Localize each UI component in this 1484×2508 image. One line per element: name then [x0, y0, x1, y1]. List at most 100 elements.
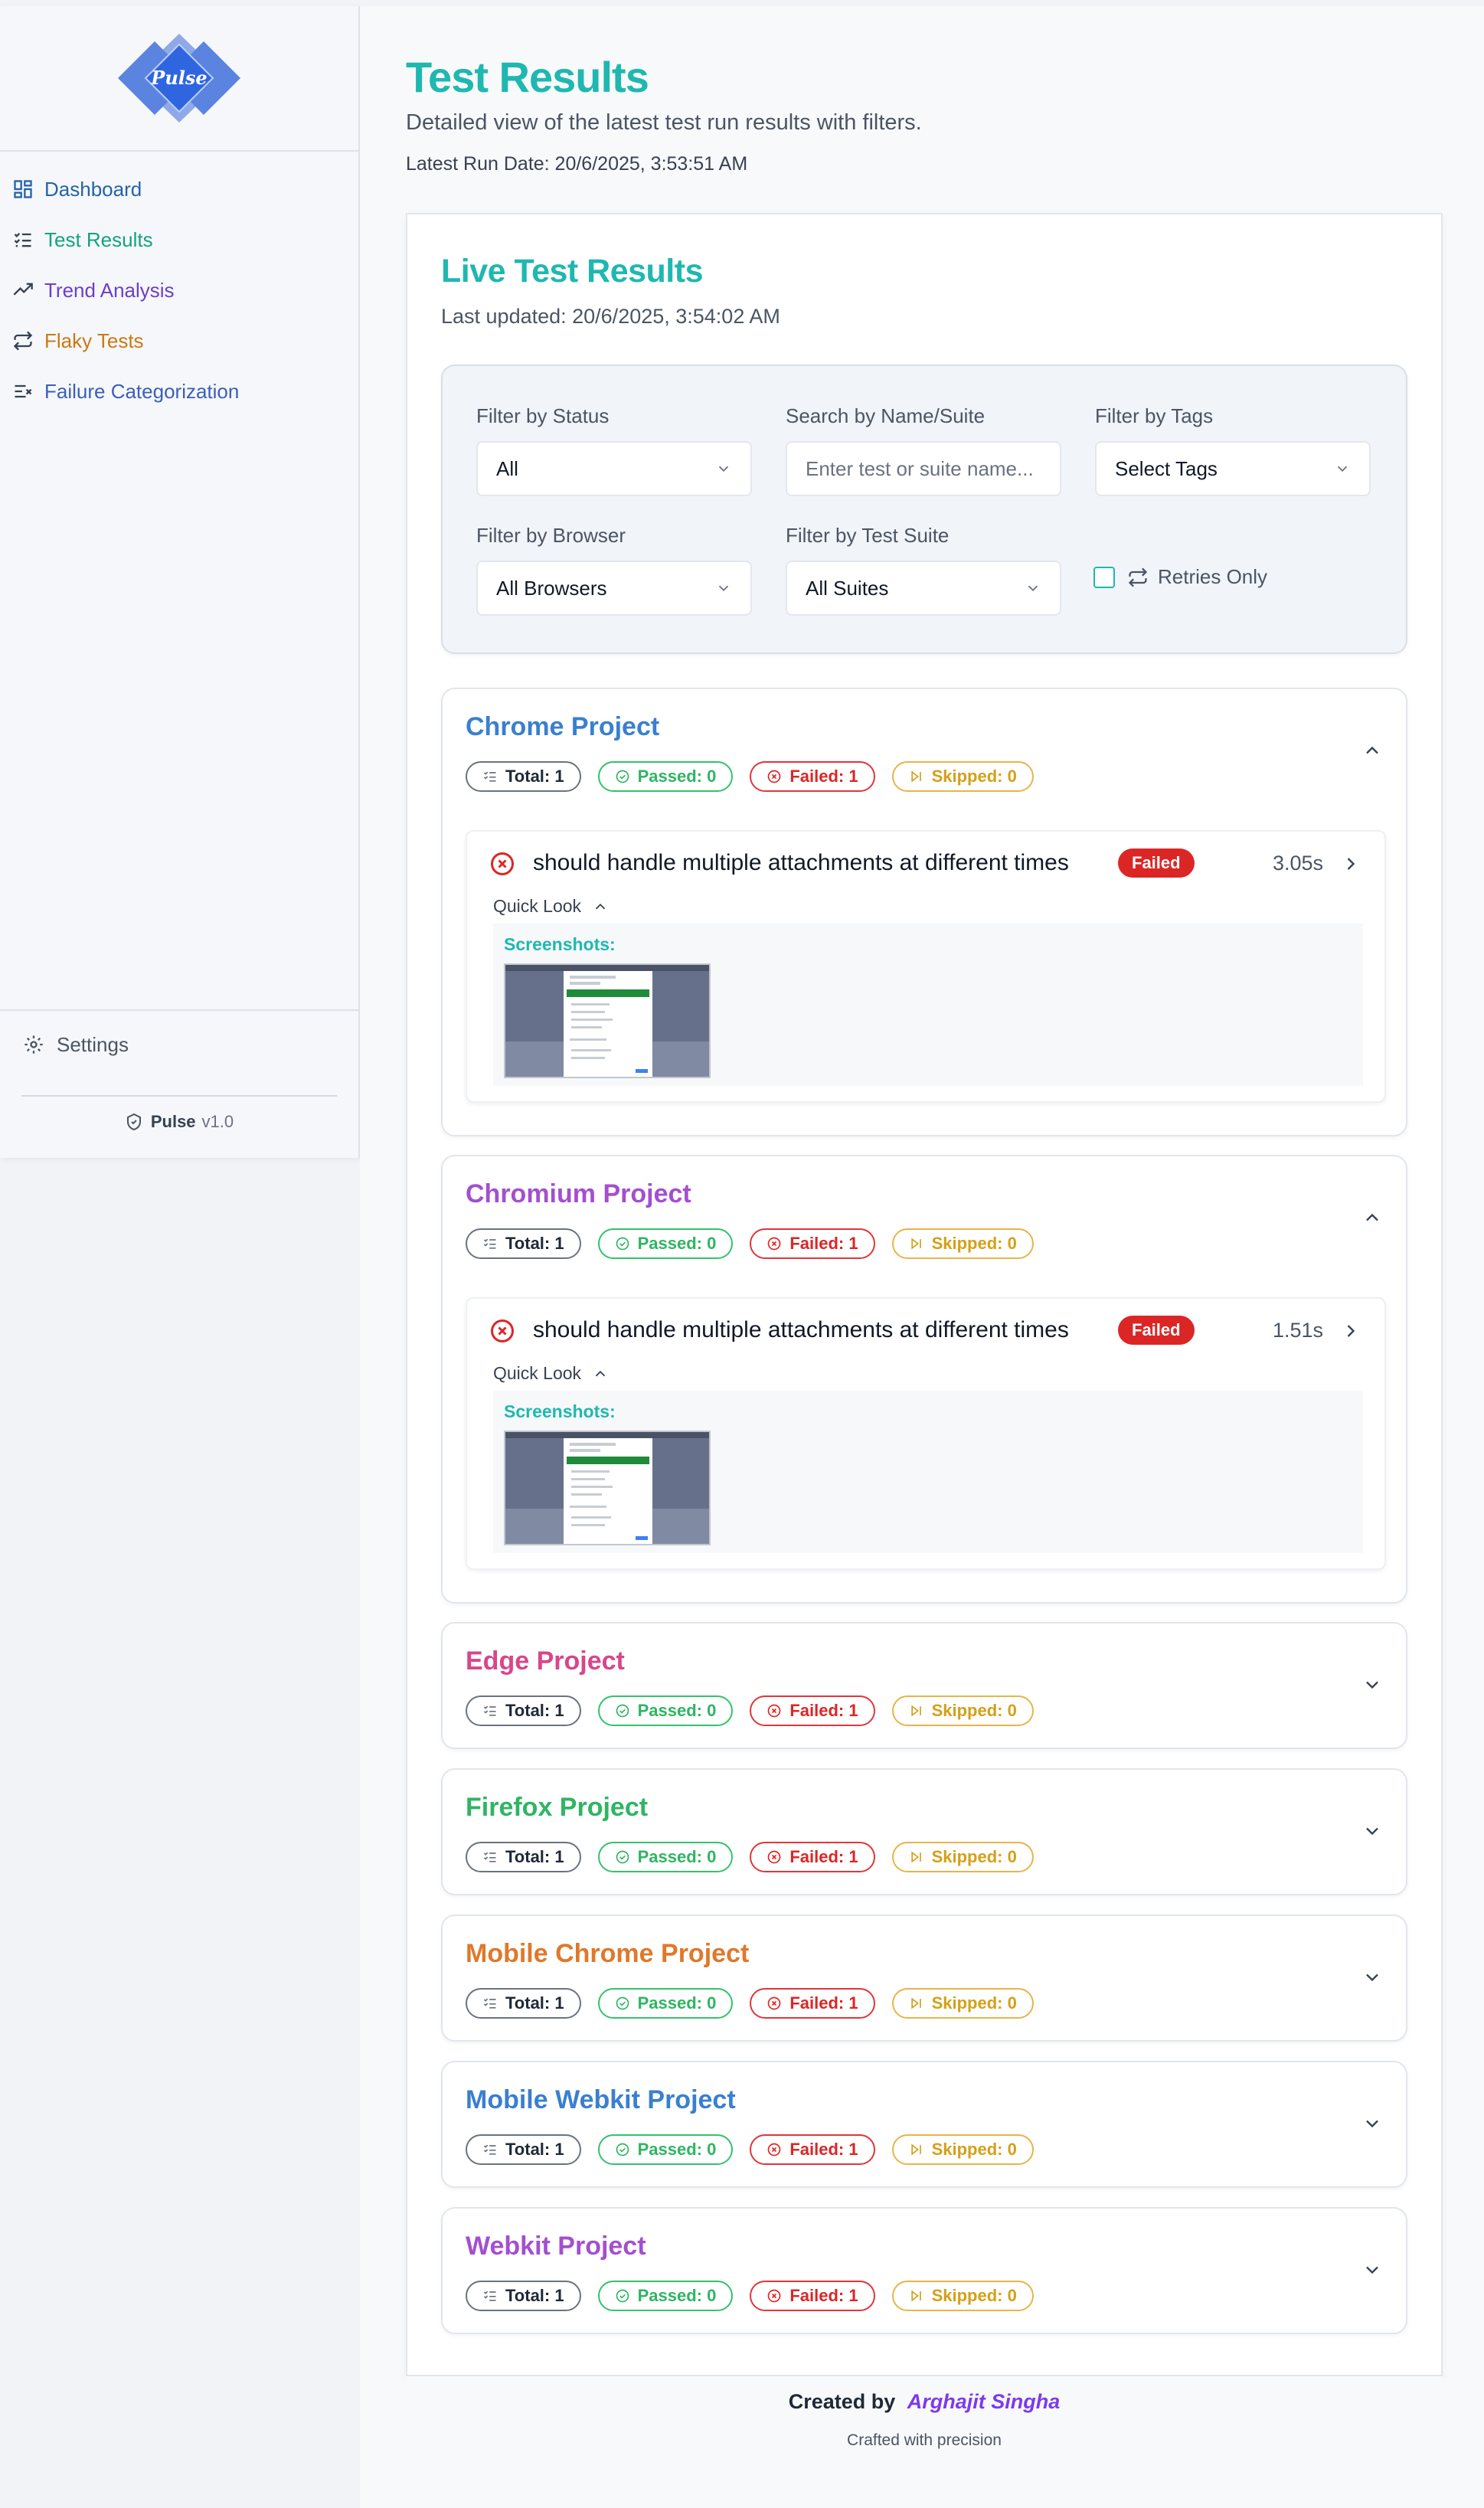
- tags-filter-label: Filter by Tags: [1095, 404, 1214, 427]
- sidebar-item-label: Dashboard: [44, 177, 142, 201]
- x-circle-icon: [767, 1849, 782, 1865]
- check-circle-icon: [615, 1703, 630, 1718]
- failed-count: Failed: 1: [789, 1701, 858, 1720]
- total-badge: Total: 1: [466, 1842, 581, 1872]
- sidebar-item-label: Flaky Tests: [44, 329, 144, 352]
- total-badge: Total: 1: [466, 1695, 581, 1726]
- settings-button[interactable]: Settings: [0, 1011, 358, 1078]
- chevron-down-icon: [715, 460, 732, 477]
- passed-badge: Passed: 0: [597, 761, 734, 792]
- skipped-count: Skipped: 0: [931, 1234, 1017, 1253]
- screenshot-thumbnail[interactable]: [504, 1431, 711, 1545]
- failed-count: Failed: 1: [789, 2140, 858, 2159]
- status-select-value: All: [496, 456, 518, 480]
- failed-badge: Failed: 1: [750, 1228, 875, 1259]
- settings-area: Settings: [0, 1009, 358, 1078]
- failed-count: Failed: 1: [789, 1993, 858, 2013]
- total-count: Total: 1: [505, 1234, 564, 1253]
- retries-only-toggle[interactable]: Retries Only: [1093, 565, 1267, 589]
- skipped-count: Skipped: 0: [931, 1701, 1017, 1720]
- passed-count: Passed: 0: [637, 767, 717, 786]
- retries-only-checkbox[interactable]: [1093, 566, 1115, 588]
- suite-select[interactable]: All Suites: [786, 561, 1061, 616]
- trending-up-icon: [12, 280, 34, 301]
- passed-count: Passed: 0: [637, 1701, 717, 1720]
- skip-forward-icon: [909, 2288, 924, 2304]
- chevron-down-icon[interactable]: [1361, 1674, 1383, 1695]
- main-content: Test Results Detailed view of the latest…: [360, 6, 1484, 2508]
- pulse-logo[interactable]: Pulse: [96, 31, 262, 126]
- project-title[interactable]: Edge Project: [466, 1646, 625, 1676]
- project-title[interactable]: Chrome Project: [466, 712, 659, 742]
- check-circle-icon: [615, 1236, 630, 1251]
- skip-forward-icon: [909, 1703, 924, 1718]
- skipped-badge: Skipped: 0: [891, 1695, 1034, 1726]
- chevron-right-icon[interactable]: [1340, 1320, 1361, 1342]
- search-input[interactable]: Enter test or suite name...: [786, 441, 1061, 496]
- sidebar-item-trend-analysis[interactable]: Trend Analysis: [0, 265, 358, 316]
- passed-count: Passed: 0: [637, 2140, 717, 2159]
- chevron-down-icon: [715, 580, 732, 597]
- logo-text: Pulse: [150, 67, 207, 89]
- passed-badge: Passed: 0: [597, 2281, 734, 2311]
- skipped-badge: Skipped: 0: [891, 2281, 1034, 2311]
- passed-badge: Passed: 0: [597, 1842, 734, 1872]
- test-row[interactable]: should handle multiple attachments at di…: [466, 830, 1386, 1103]
- total-count: Total: 1: [505, 2140, 564, 2159]
- status-badge: Failed: [1118, 1316, 1195, 1345]
- chevron-up-icon[interactable]: [1361, 740, 1383, 761]
- check-circle-icon: [615, 2142, 630, 2157]
- project-title[interactable]: Chromium Project: [466, 1179, 691, 1209]
- quick-look-toggle[interactable]: Quick Look: [493, 896, 609, 917]
- sidebar-item-flaky-tests[interactable]: Flaky Tests: [0, 316, 358, 366]
- chevron-down-icon[interactable]: [1361, 1820, 1383, 1842]
- x-circle-icon: [767, 1236, 782, 1251]
- x-circle-icon: [767, 1703, 782, 1718]
- check-circle-icon: [615, 1849, 630, 1865]
- list-checks-icon: [482, 1236, 498, 1251]
- x-circle-icon: [767, 2288, 782, 2304]
- check-circle-icon: [615, 1996, 630, 2011]
- chevron-down-icon[interactable]: [1361, 2113, 1383, 2134]
- passed-count: Passed: 0: [637, 2286, 717, 2305]
- skip-forward-icon: [909, 2142, 924, 2157]
- status-select[interactable]: All: [476, 441, 752, 496]
- sidebar-item-failure-categorization[interactable]: Failure Categorization: [0, 366, 358, 417]
- screenshots-panel: Screenshots:: [493, 1391, 1363, 1553]
- project-title[interactable]: Firefox Project: [466, 1793, 648, 1823]
- logo-area: Pulse: [0, 6, 358, 152]
- page-footer: Created by Arghajit Singha Crafted with …: [406, 2376, 1443, 2468]
- quick-look-toggle[interactable]: Quick Look: [493, 1363, 609, 1384]
- chevron-down-icon[interactable]: [1361, 1967, 1383, 1988]
- failed-badge: Failed: 1: [750, 1842, 875, 1872]
- failed-count: Failed: 1: [789, 2286, 858, 2305]
- total-badge: Total: 1: [466, 1988, 581, 2019]
- project-card-firefox: Firefox Project Total: 1 Passed: 0 Faile…: [441, 1768, 1407, 1895]
- project-title[interactable]: Mobile Chrome Project: [466, 1939, 749, 1969]
- passed-count: Passed: 0: [637, 1234, 717, 1253]
- test-row[interactable]: should handle multiple attachments at di…: [466, 1297, 1386, 1570]
- list-x-icon: [12, 381, 34, 402]
- brand-name: Pulse: [150, 1112, 196, 1131]
- project-title[interactable]: Webkit Project: [466, 2232, 646, 2261]
- author-link[interactable]: Arghajit Singha: [907, 2390, 1061, 2413]
- chevron-down-icon[interactable]: [1361, 2259, 1383, 2281]
- skipped-count: Skipped: 0: [931, 767, 1017, 786]
- passed-count: Passed: 0: [637, 1993, 717, 2013]
- chevron-right-icon[interactable]: [1340, 853, 1361, 875]
- tags-select[interactable]: Select Tags: [1095, 441, 1371, 496]
- tags-select-value: Select Tags: [1115, 456, 1218, 480]
- sidebar-item-test-results[interactable]: Test Results: [0, 214, 358, 265]
- total-count: Total: 1: [505, 2286, 564, 2305]
- project-title[interactable]: Mobile Webkit Project: [466, 2085, 736, 2115]
- skip-forward-icon: [909, 769, 924, 784]
- passed-badge: Passed: 0: [597, 1988, 734, 2019]
- chevron-up-icon[interactable]: [1361, 1207, 1383, 1228]
- browser-select[interactable]: All Browsers: [476, 561, 752, 616]
- sidebar-item-dashboard[interactable]: Dashboard: [0, 164, 358, 214]
- failed-badge: Failed: 1: [750, 2134, 875, 2165]
- total-badge: Total: 1: [466, 2134, 581, 2165]
- failed-count: Failed: 1: [789, 1234, 858, 1253]
- screenshot-thumbnail[interactable]: [504, 963, 711, 1078]
- screenshots-label: Screenshots:: [504, 1401, 616, 1421]
